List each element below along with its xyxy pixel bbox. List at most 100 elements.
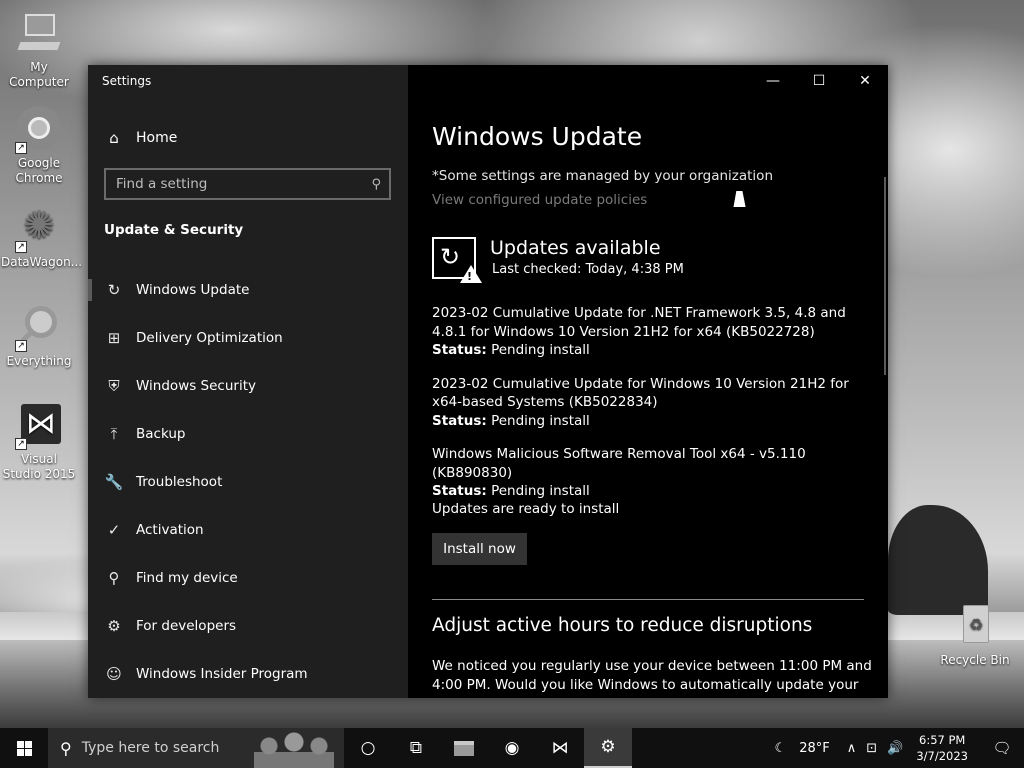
person-icon: ⚲ — [108, 569, 120, 587]
search-icon[interactable]: ⚲ — [371, 177, 381, 192]
desktop-icon-datawagon[interactable]: ✺ ↗ DataWagon... — [1, 205, 83, 270]
nav-item-windows-security[interactable]: ⛨ Windows Security — [88, 362, 408, 410]
install-now-button[interactable]: Install now — [432, 533, 527, 565]
desktop-icon-recycle-bin[interactable]: ♻ Recycle Bin — [937, 603, 1013, 668]
shortcut-arrow-icon: ↗ — [15, 340, 27, 352]
find-setting-search: ⚲ — [104, 168, 391, 200]
section-divider — [432, 599, 864, 600]
last-checked-text: Last checked: Today, 4:38 PM — [492, 262, 684, 277]
nav-item-windows-update[interactable]: ↻ Windows Update — [88, 266, 408, 314]
update-item: 2023-02 Cumulative Update for .NET Frame… — [432, 304, 852, 360]
sync-icon: ↻ — [107, 281, 121, 299]
search-highlight-image — [254, 732, 334, 768]
update-status: Status: Pending install — [432, 342, 590, 358]
computer-icon — [15, 10, 63, 58]
file-explorer-icon[interactable] — [440, 728, 488, 768]
task-view-icon[interactable]: ⧉ — [392, 728, 440, 768]
desktop-icon-label: Everything — [6, 354, 72, 368]
notifications-icon[interactable]: 🗨 — [980, 739, 1024, 757]
active-hours-description: We noticed you regularly use your device… — [432, 658, 872, 698]
clock[interactable]: 6:57 PM 3/7/2023 — [916, 732, 968, 764]
window-controls: — ☐ ✕ — [750, 65, 888, 97]
shortcut-arrow-icon: ↗ — [15, 241, 27, 253]
update-item: 2023-02 Cumulative Update for Windows 10… — [432, 375, 852, 431]
desktop-icon-visual-studio[interactable]: ⋈ ↗ Visual Studio 2015 — [1, 402, 77, 482]
find-setting-input[interactable] — [116, 176, 372, 192]
maximize-button[interactable]: ☐ — [796, 65, 842, 97]
nav-item-windows-insider[interactable]: ☺ Windows Insider Program — [88, 650, 408, 698]
nav-item-label: Activation — [136, 522, 204, 538]
nav-list: ↻ Windows Update ⊞ Delivery Optimization… — [88, 266, 408, 698]
windows-logo-icon — [16, 740, 32, 756]
update-name: 2023-02 Cumulative Update for Windows 10… — [432, 375, 849, 411]
update-status-icon: ↻ ! — [432, 237, 482, 283]
nav-item-label: Find my device — [136, 570, 238, 586]
nav-item-for-developers[interactable]: ⚙ For developers — [88, 602, 408, 650]
chevron-up-icon[interactable]: ∧ — [847, 741, 857, 756]
search-icon: ⚲ — [60, 738, 72, 758]
taskbar-search[interactable]: ⚲ Type here to search — [48, 728, 344, 768]
update-name: 2023-02 Cumulative Update for .NET Frame… — [432, 305, 846, 340]
nav-item-troubleshoot[interactable]: 🔧 Troubleshoot — [88, 458, 408, 506]
nav-home-label: Home — [136, 130, 178, 146]
desktop-icon-label: My Computer — [9, 60, 69, 89]
nav-home[interactable]: ⌂ Home — [88, 123, 408, 153]
taskbar: ⚲ Type here to search ○ ⧉ ◉ ⋈ ⚙ ☾ 28°F ∧… — [0, 728, 1024, 768]
settings-nav-pane: Settings ⌂ Home ⚲ Update & Security ↻ Wi… — [88, 65, 408, 698]
home-icon: ⌂ — [109, 129, 119, 147]
weather-moon-icon[interactable]: ☾ — [775, 741, 787, 756]
managed-by-org-note: *Some settings are managed by your organ… — [432, 168, 774, 184]
clock-time: 6:57 PM — [919, 733, 966, 747]
shortcut-arrow-icon: ↗ — [15, 438, 27, 450]
active-hours-title: Adjust active hours to reduce disruption… — [432, 615, 813, 636]
nav-item-delivery-optimization[interactable]: ⊞ Delivery Optimization — [88, 314, 408, 362]
windows-update-page: — ☐ ✕ Windows Update *Some settings are … — [408, 65, 888, 698]
cortana-icon[interactable]: ○ — [344, 728, 392, 768]
desktop-icon-my-computer[interactable]: My Computer — [1, 10, 77, 90]
updates-ready-text: Updates are ready to install — [432, 501, 620, 517]
update-status: Status: Pending install — [432, 412, 590, 429]
nav-item-label: Backup — [136, 426, 186, 442]
minimize-button[interactable]: — — [750, 65, 796, 97]
desktop-icon-google-chrome[interactable]: ↗ Google Chrome — [1, 106, 77, 186]
nav-item-label: For developers — [136, 618, 237, 634]
view-update-policies-link[interactable]: View configured update policies — [432, 192, 647, 208]
volume-icon[interactable]: 🔊 — [887, 741, 903, 756]
settings-window: Settings ⌂ Home ⚲ Update & Security ↻ Wi… — [88, 65, 888, 698]
nav-item-label: Troubleshoot — [136, 474, 223, 490]
visual-studio-icon[interactable]: ⋈ — [536, 728, 584, 768]
weather-temperature[interactable]: 28°F — [799, 741, 830, 756]
start-button[interactable] — [0, 728, 48, 768]
clock-date: 3/7/2023 — [916, 749, 968, 763]
settings-icon[interactable]: ⚙ — [584, 728, 632, 768]
network-icon[interactable]: ⊡ — [866, 741, 877, 756]
content-scrollbar[interactable] — [884, 177, 886, 375]
nav-item-label: Windows Security — [136, 378, 256, 394]
desktop-icon-label: Google Chrome — [15, 156, 63, 185]
update-item: Windows Malicious Software Removal Tool … — [432, 445, 852, 501]
chrome-icon: ↗ — [15, 106, 63, 154]
datawagon-icon: ✺ ↗ — [15, 205, 63, 253]
nav-item-label: Windows Update — [136, 282, 250, 298]
window-title: Settings — [102, 74, 152, 88]
wallpaper-rock — [888, 505, 988, 615]
system-tray: ☾ 28°F ∧ ⊡ 🔊 6:57 PM 3/7/2023 🗨 — [770, 728, 1024, 768]
nav-item-activation[interactable]: ✓ Activation — [88, 506, 408, 554]
chrome-icon[interactable]: ◉ — [488, 728, 536, 768]
updates-available-title: Updates available — [490, 237, 661, 259]
nav-item-find-my-device[interactable]: ⚲ Find my device — [88, 554, 408, 602]
update-status: Status: Pending install — [432, 483, 590, 499]
desktop-icon-label: DataWagon... — [1, 255, 83, 269]
close-button[interactable]: ✕ — [842, 65, 888, 97]
update-name: Windows Malicious Software Removal Tool … — [432, 446, 806, 481]
everything-search-icon: ↗ — [15, 304, 63, 352]
desktop-icon-everything[interactable]: ↗ Everything — [1, 304, 77, 369]
pending-updates-list: 2023-02 Cumulative Update for .NET Frame… — [432, 304, 852, 516]
desktop-icon-label: Recycle Bin — [940, 653, 1010, 667]
shield-icon: ⛨ — [108, 377, 120, 395]
delivery-icon: ⊞ — [107, 329, 121, 347]
nav-section-title: Update & Security — [104, 222, 244, 238]
nav-item-backup[interactable]: ⤒ Backup — [88, 410, 408, 458]
nav-item-label: Delivery Optimization — [136, 330, 283, 346]
taskbar-search-placeholder: Type here to search — [81, 740, 220, 756]
